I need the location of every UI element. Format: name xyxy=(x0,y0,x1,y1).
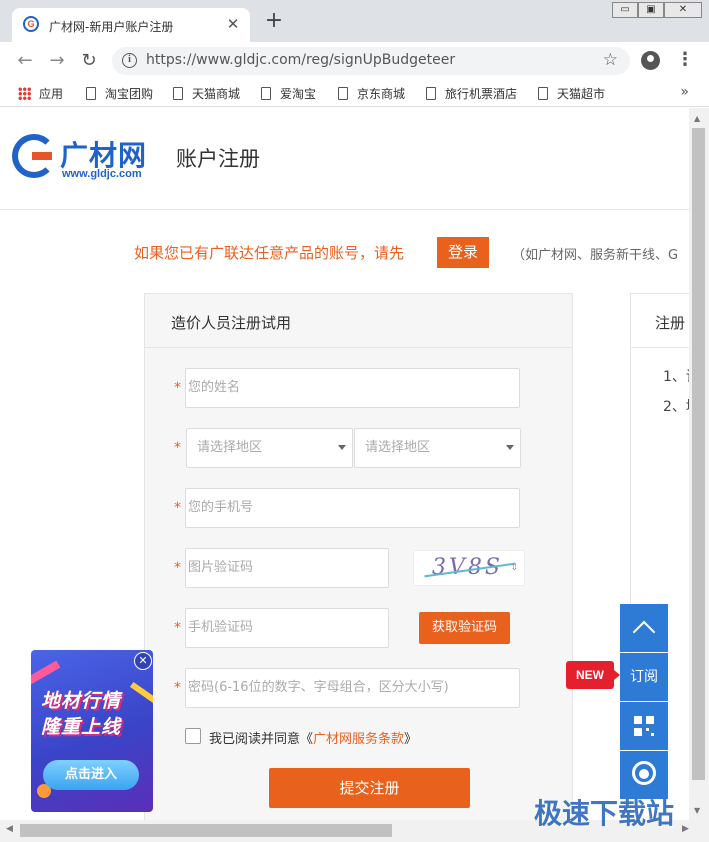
qr-code-button[interactable] xyxy=(620,702,668,750)
captcha-refresh-icon[interactable]: ⇕ xyxy=(510,563,518,573)
ad-decoration xyxy=(129,681,153,705)
gldjc-favicon-icon: G xyxy=(23,16,39,32)
agree-checkbox[interactable] xyxy=(185,728,201,744)
form-title: 造价人员注册试用 xyxy=(145,294,572,348)
sms-code-input[interactable]: 手机验证码 xyxy=(185,608,389,648)
qr-code-icon xyxy=(634,716,654,736)
forward-arrow-icon[interactable]: → xyxy=(46,50,68,72)
profile-avatar-icon[interactable] xyxy=(641,51,660,70)
ad-decoration xyxy=(31,660,61,688)
address-bar[interactable]: i https://www.gldjc.com/reg/signUpBudget… xyxy=(112,47,630,75)
required-mark: * xyxy=(174,560,181,576)
back-to-top-button[interactable] xyxy=(620,604,668,652)
province-select[interactable]: 请选择地区 xyxy=(186,428,353,468)
scroll-right-icon[interactable]: ▶ xyxy=(682,824,689,834)
site-header: 广材网 www.gldjc.com 账户注册 xyxy=(0,108,689,210)
subscribe-button[interactable]: 订阅 xyxy=(620,653,668,701)
page-icon xyxy=(173,87,183,100)
required-mark: * xyxy=(174,440,181,456)
chevron-down-icon xyxy=(506,445,514,450)
phone-input[interactable]: 您的手机号 xyxy=(185,488,520,528)
password-input[interactable]: 密码(6-16位的数字、字母组合，区分大小写) xyxy=(185,668,520,708)
login-notice: 如果您已有广联达任意产品的账号，请先 xyxy=(134,244,405,262)
back-arrow-icon[interactable]: ← xyxy=(14,50,36,72)
page-icon xyxy=(86,87,96,100)
logo-url: www.gldjc.com xyxy=(62,168,142,180)
ad-close-icon[interactable]: ✕ xyxy=(134,652,152,670)
tab-title: 广材网-新用户账户注册 xyxy=(49,20,174,34)
registration-form: 造价人员注册试用 * 您的姓名 * 请选择地区 请选择地区 * 您的手机号 * … xyxy=(144,293,573,820)
browser-tab-bar: G 广材网-新用户账户注册 ✕ + ▭ ▣ ✕ xyxy=(0,0,709,42)
logo-g-icon xyxy=(12,134,56,178)
scroll-up-icon[interactable]: ▲ xyxy=(694,114,704,123)
window-close-icon[interactable]: ✕ xyxy=(664,2,702,18)
page-icon xyxy=(426,87,436,100)
vertical-scroll-thumb[interactable] xyxy=(692,128,705,780)
bookmark-item[interactable]: 京东商城 xyxy=(338,85,405,103)
page-icon xyxy=(338,87,348,100)
new-tab-plus-icon[interactable]: + xyxy=(264,10,284,32)
ad-headline: 地材行情 xyxy=(41,690,122,712)
window-minimize-icon[interactable]: ▭ xyxy=(612,2,638,18)
vertical-scrollbar[interactable]: ▲ ▼ xyxy=(689,108,709,820)
bookmark-apps[interactable]: 应用 xyxy=(18,85,63,103)
info-title: 注册 xyxy=(631,294,689,348)
page-title: 账户注册 xyxy=(176,147,260,171)
agree-label: 我已阅读并同意《广材网服务条款》 xyxy=(209,732,418,747)
bookmarks-bar: 应用 淘宝团购 天猫商城 爱淘宝 京东商城 旅行机票酒店 天猫超市 » xyxy=(0,80,709,107)
watermark: 极速下载站 xyxy=(534,797,675,830)
bookmark-item[interactable]: 天猫超市 xyxy=(538,85,605,103)
window-maximize-icon[interactable]: ▣ xyxy=(638,2,664,18)
bookmark-item[interactable]: 淘宝团购 xyxy=(86,85,153,103)
ad-headline: 隆重上线 xyxy=(41,716,122,738)
browser-tab[interactable]: G 广材网-新用户账户注册 ✕ xyxy=(12,8,250,42)
reload-icon[interactable]: ↻ xyxy=(78,50,100,72)
apps-grid-icon xyxy=(18,87,31,100)
bookmark-star-icon[interactable]: ☆ xyxy=(603,50,618,70)
bookmark-item[interactable]: 天猫商城 xyxy=(173,85,240,103)
login-button[interactable]: 登录 xyxy=(437,237,489,268)
captcha-image[interactable]: 3V8S ⇕ xyxy=(413,550,525,586)
chevron-down-icon xyxy=(338,445,346,450)
required-mark: * xyxy=(174,500,181,516)
bookmarks-overflow-icon[interactable]: » xyxy=(680,84,689,100)
address-url[interactable]: https://www.gldjc.com/reg/signUpBudgetee… xyxy=(146,52,455,68)
submit-registration-button[interactable]: 提交注册 xyxy=(269,768,470,808)
page-icon xyxy=(261,87,271,100)
terms-link[interactable]: 广材网服务条款 xyxy=(313,732,404,747)
bookmark-item[interactable]: 旅行机票酒店 xyxy=(426,85,517,103)
login-notice-extra: （如广材网、服务新干线、G xyxy=(512,248,679,263)
get-sms-code-button[interactable]: 获取验证码 xyxy=(419,612,510,644)
name-input[interactable]: 您的姓名 xyxy=(185,368,520,408)
scroll-left-icon[interactable]: ◀ xyxy=(6,824,13,834)
city-select[interactable]: 请选择地区 xyxy=(354,428,521,468)
info-step: 1、请 xyxy=(663,369,689,385)
new-badge: NEW xyxy=(566,661,620,689)
info-step: 2、填 xyxy=(663,399,689,415)
page-icon xyxy=(538,87,548,100)
site-logo[interactable]: 广材网 www.gldjc.com xyxy=(12,134,162,184)
required-mark: * xyxy=(174,620,181,636)
subscribe-label: 订阅 xyxy=(630,669,658,685)
required-mark: * xyxy=(174,680,181,696)
ad-enter-button[interactable]: 点击进入 xyxy=(43,760,139,790)
scroll-down-icon[interactable]: ▼ xyxy=(694,806,704,815)
browser-toolbar: ← → ↻ i https://www.gldjc.com/reg/signUp… xyxy=(0,42,709,80)
required-mark: * xyxy=(174,380,181,396)
bookmark-item[interactable]: 爱淘宝 xyxy=(261,85,316,103)
horizontal-scroll-thumb[interactable] xyxy=(20,824,392,837)
site-info-icon[interactable]: i xyxy=(122,53,137,68)
image-code-input[interactable]: 图片验证码 xyxy=(185,548,389,588)
browser-menu-icon[interactable]: ⋮ xyxy=(676,50,694,72)
tab-close-icon[interactable]: ✕ xyxy=(224,15,242,33)
floating-ad[interactable]: 地材行情 隆重上线 点击进入 xyxy=(31,650,153,812)
headset-icon xyxy=(632,761,656,785)
